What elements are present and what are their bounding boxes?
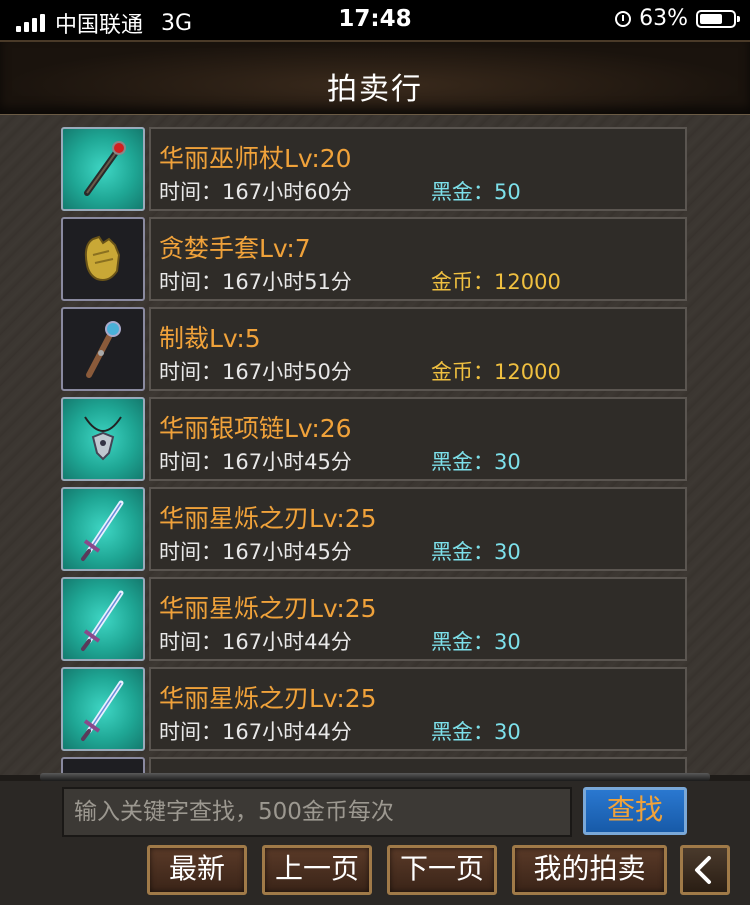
item-time: 时间：167小时50分 bbox=[159, 360, 352, 384]
item-name: 制裁Lv:5 bbox=[159, 324, 261, 353]
item-info[interactable]: 华丽星烁之刃Lv:25 时间：167小时44分 黑金：30 bbox=[149, 667, 687, 751]
auction-row[interactable]: 华丽星烁之刃Lv:25 时间：167小时45分 黑金：30 bbox=[61, 487, 687, 571]
item-icon-slot[interactable] bbox=[61, 307, 145, 391]
status-bar: 中国联通 3G 17:48 63% bbox=[0, 0, 750, 40]
page-title: 拍卖行 bbox=[327, 72, 423, 107]
alarm-icon bbox=[615, 10, 632, 27]
title-bar: 拍卖行 bbox=[0, 40, 750, 117]
search-input[interactable] bbox=[62, 787, 572, 837]
item-name: 华丽星烁之刃Lv:25 bbox=[159, 684, 377, 713]
item-price: 黑金：30 bbox=[431, 630, 521, 654]
item-time: 时间：167小时45分 bbox=[159, 450, 352, 474]
item-info[interactable]: 华丽银项链Lv:26 时间：167小时45分 黑金：30 bbox=[149, 397, 687, 481]
item-time: 时间：167小时60分 bbox=[159, 180, 352, 204]
item-icon-slot[interactable] bbox=[61, 577, 145, 661]
bottom-panel: 查找 最新 上一页 下一页 我的拍卖 bbox=[0, 781, 750, 905]
item-name: 华丽巫师杖Lv:20 bbox=[159, 144, 352, 173]
item-name: 华丽银项链Lv:26 bbox=[159, 414, 352, 443]
chevron-left-icon bbox=[695, 856, 711, 884]
prev-page-button[interactable]: 上一页 bbox=[262, 845, 372, 895]
item-info[interactable]: 贪婪手套Lv:7 时间：167小时51分 金币：12000 bbox=[149, 217, 687, 301]
latest-button[interactable]: 最新 bbox=[147, 845, 247, 895]
item-time: 时间：167小时45分 bbox=[159, 540, 352, 564]
item-price: 黑金：50 bbox=[431, 180, 521, 204]
divider bbox=[40, 773, 710, 781]
item-price: 黑金：30 bbox=[431, 450, 521, 474]
auction-row[interactable]: 华丽星烁之刃Lv:25 时间：167小时44分 黑金：30 bbox=[61, 667, 687, 751]
auction-row[interactable]: 制裁Lv:5 时间：167小时50分 金币：12000 bbox=[61, 307, 687, 391]
battery-percent: 63% bbox=[639, 6, 688, 31]
item-info[interactable]: 华丽巫师杖Lv:20 时间：167小时60分 黑金：50 bbox=[149, 127, 687, 211]
item-icon-slot[interactable] bbox=[61, 217, 145, 301]
auction-row[interactable]: 华丽巫师杖Lv:20 时间：167小时60分 黑金：50 bbox=[61, 127, 687, 211]
item-name: 华丽星烁之刃Lv:25 bbox=[159, 594, 377, 623]
item-info[interactable]: 华丽星烁之刃Lv:25 时间：167小时45分 黑金：30 bbox=[149, 487, 687, 571]
item-price: 金币：12000 bbox=[431, 270, 561, 294]
auction-list[interactable]: 华丽巫师杖Lv:20 时间：167小时60分 黑金：50 贪婪手套Lv:7 时间：167… bbox=[0, 115, 750, 775]
item-icon-slot[interactable] bbox=[61, 127, 145, 211]
item-name: 华丽星烁之刃Lv:25 bbox=[159, 504, 377, 533]
item-time: 时间：167小时44分 bbox=[159, 630, 352, 654]
item-time: 时间：167小时44分 bbox=[159, 720, 352, 744]
item-time: 时间：167小时51分 bbox=[159, 270, 352, 294]
item-price: 黑金：30 bbox=[431, 720, 521, 744]
next-page-button[interactable]: 下一页 bbox=[387, 845, 497, 895]
item-info[interactable]: 华丽星烁之刃Lv:25 时间：167小时44分 黑金：30 bbox=[149, 577, 687, 661]
item-price: 金币：12000 bbox=[431, 360, 561, 384]
item-icon-slot[interactable] bbox=[61, 667, 145, 751]
item-info[interactable]: 制裁Lv:5 时间：167小时50分 金币：12000 bbox=[149, 307, 687, 391]
item-icon-slot[interactable] bbox=[61, 397, 145, 481]
battery-icon bbox=[696, 9, 740, 28]
search-button[interactable]: 查找 bbox=[583, 787, 687, 835]
my-auction-button[interactable]: 我的拍卖 bbox=[512, 845, 667, 895]
item-name: 贪婪手套Lv:7 bbox=[159, 234, 311, 263]
item-price: 黑金：30 bbox=[431, 540, 521, 564]
status-right: 63% bbox=[615, 6, 740, 31]
back-button[interactable] bbox=[680, 845, 730, 895]
auction-row[interactable]: 华丽银项链Lv:26 时间：167小时45分 黑金：30 bbox=[61, 397, 687, 481]
auction-row[interactable]: 华丽星烁之刃Lv:25 时间：167小时44分 黑金：30 bbox=[61, 577, 687, 661]
auction-row[interactable]: 贪婪手套Lv:7 时间：167小时51分 金币：12000 bbox=[61, 217, 687, 301]
item-icon-slot[interactable] bbox=[61, 487, 145, 571]
